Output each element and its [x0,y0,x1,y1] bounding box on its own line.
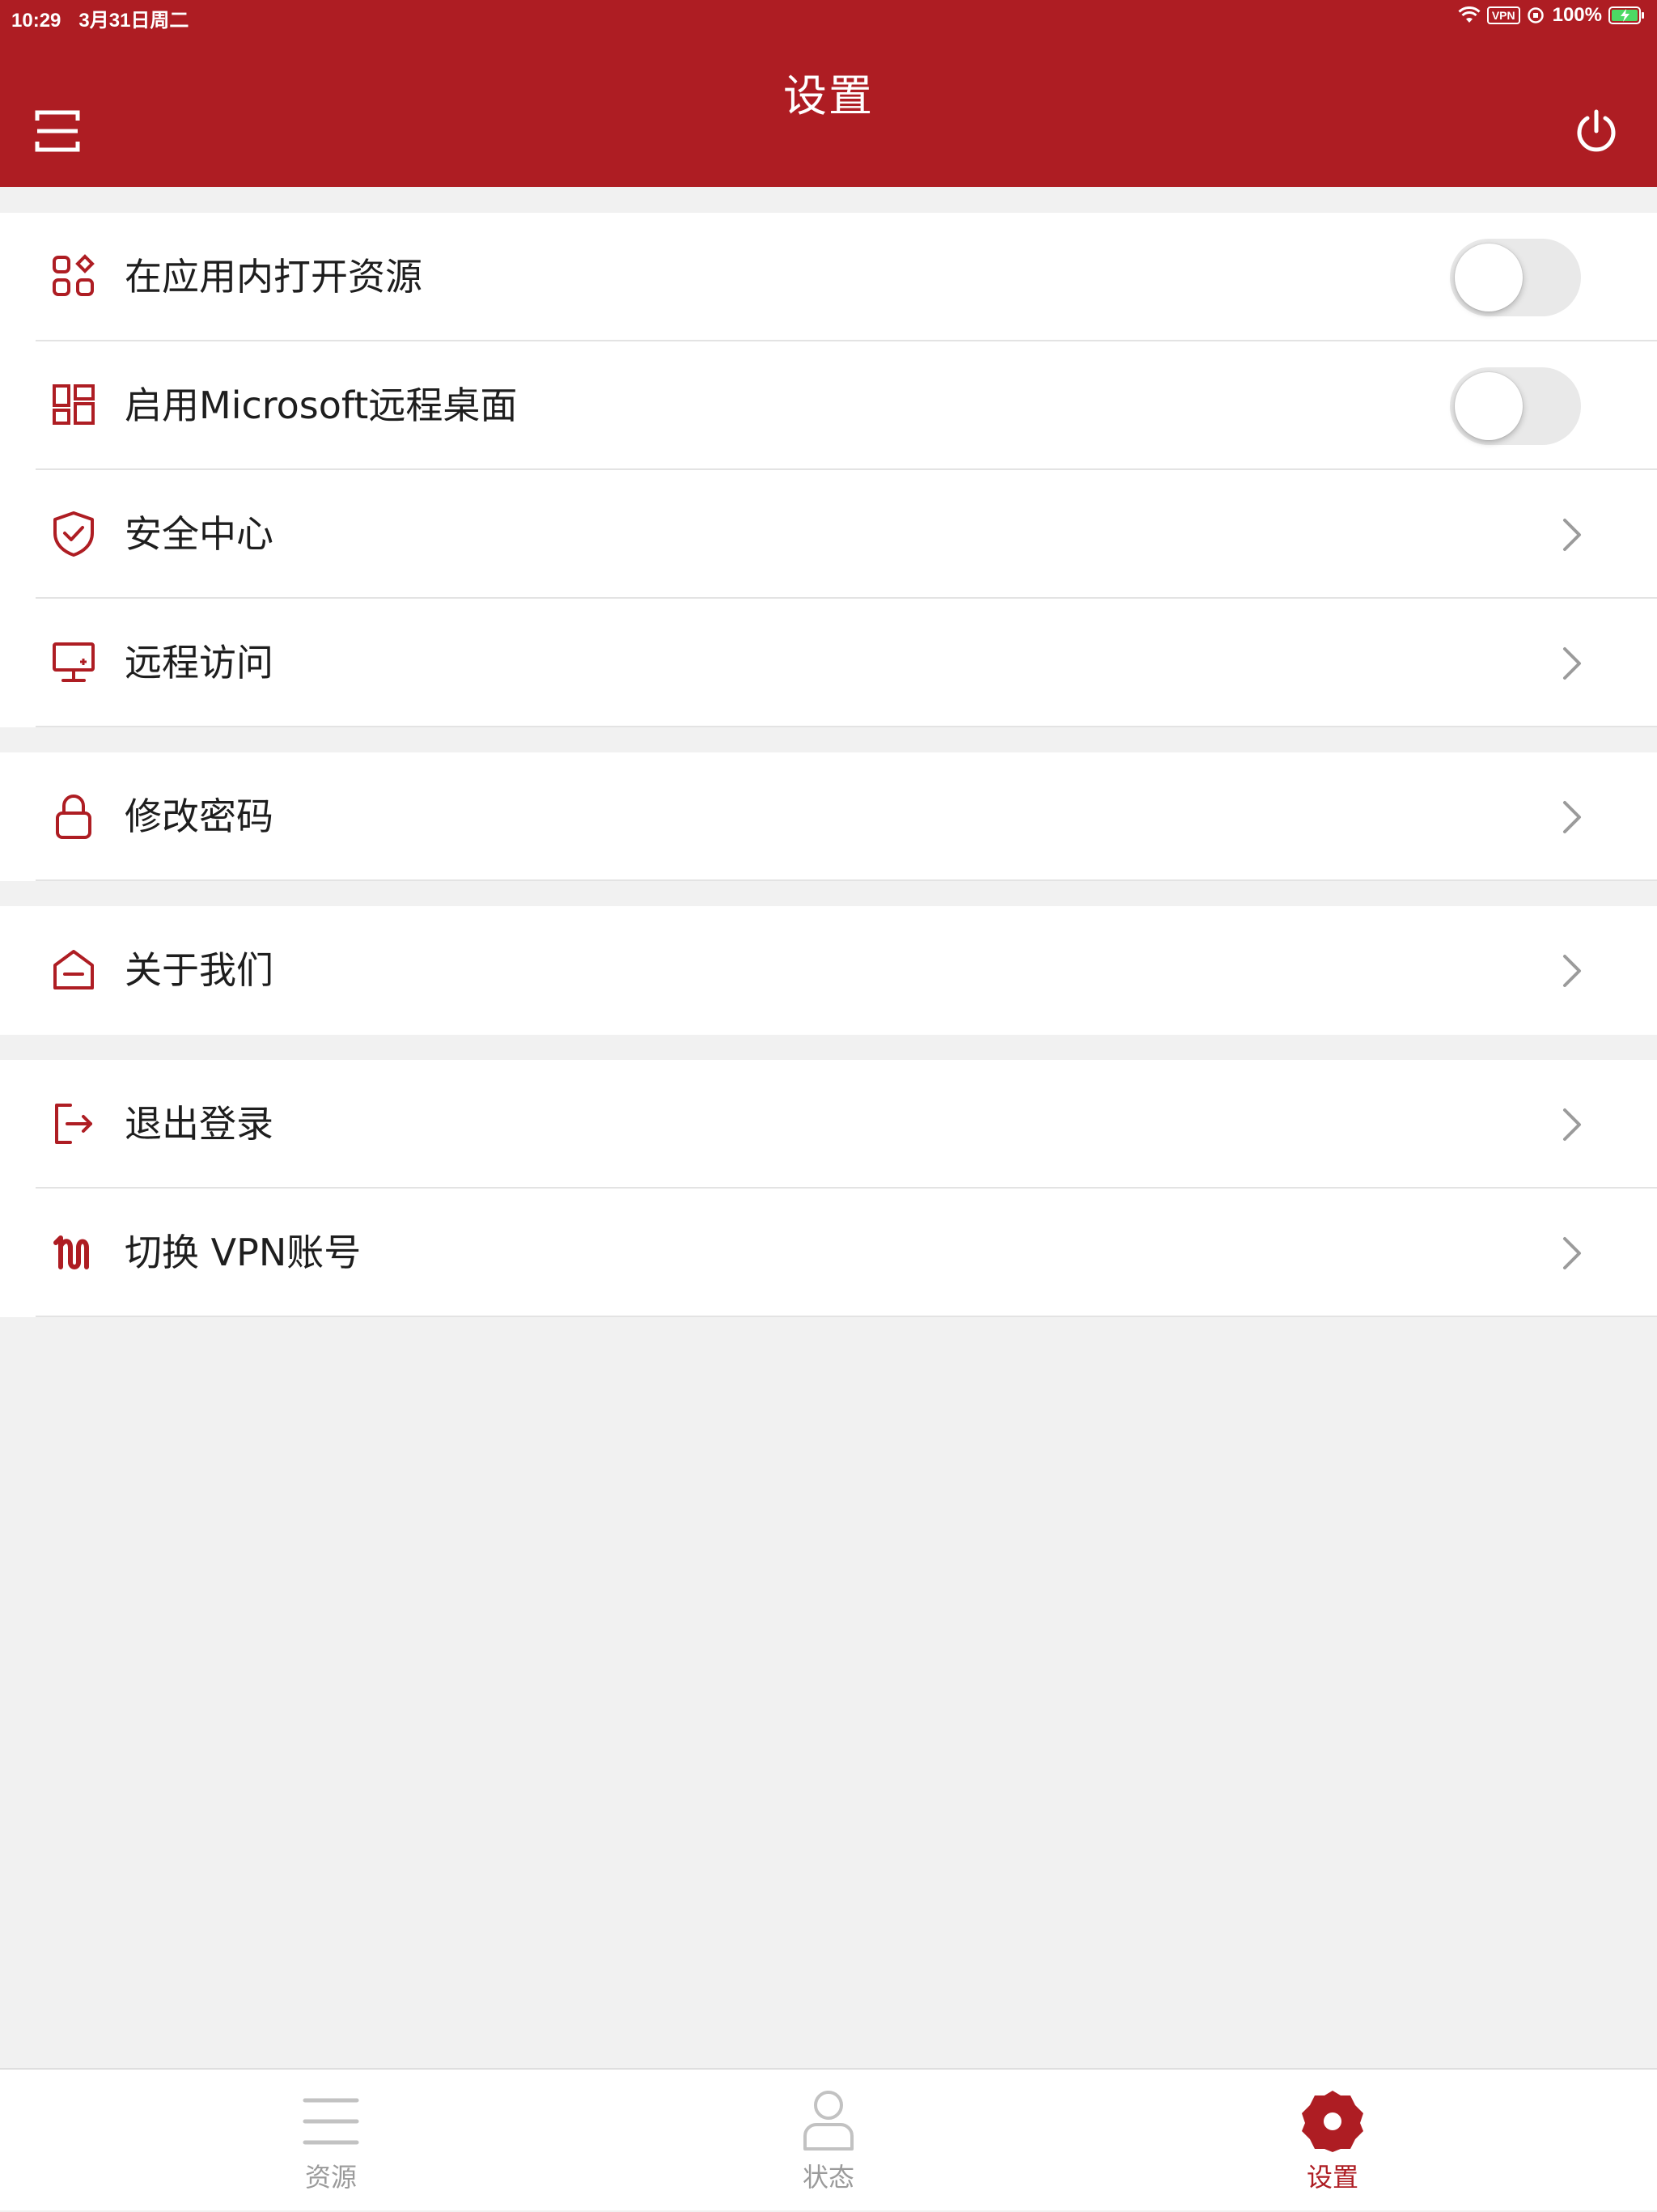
divider [36,879,1657,881]
chevron-right-icon [1563,801,1581,833]
home-icon [49,945,99,995]
battery-percent: 100% [1552,4,1602,26]
settings-gear-icon [1300,2089,1365,2154]
tab-label: 资源 [304,2162,357,2193]
windows-icon [49,380,99,430]
status-time: 10:29 [11,10,61,32]
app-header: 10:29 3月31日周二 VPN 100% 设置 [0,0,1657,187]
settings-group-password: 修改密码 [0,752,1657,881]
setting-label: 关于我们 [125,948,273,992]
power-icon [1577,109,1616,152]
setting-label: 退出登录 [125,1102,273,1146]
nav-bar: 设置 [0,32,1657,187]
status-date: 3月31日周二 [78,10,189,32]
grid-apps-icon [49,252,99,302]
chevron-right-icon [1563,647,1581,680]
setting-security-center[interactable]: 安全中心 [0,470,1657,599]
setting-logout[interactable]: 退出登录 [0,1060,1657,1189]
chevron-right-icon [1563,1108,1581,1141]
divider [36,1316,1657,1317]
settings-group-account: 退出登录 切换 VPN账号 [0,1060,1657,1317]
setting-about-us[interactable]: 关于我们 [0,906,1657,1035]
tab-status[interactable]: 状态 [748,2070,909,2212]
wifi-icon [1458,6,1481,23]
tab-label: 状态 [802,2162,854,2193]
tab-resources[interactable]: 资源 [250,2070,412,2212]
chevron-right-icon [1563,519,1581,551]
setting-label: 安全中心 [125,512,273,556]
toggle-knob [1455,244,1523,311]
settings-group-general: 在应用内打开资源 启用Microsoft远程桌面 安全中心 远程访问 [0,213,1657,727]
tab-bar: 资源 状态 设置 [0,2068,1657,2210]
setting-ms-remote-desktop: 启用Microsoft远程桌面 [0,341,1657,470]
switch-account-icon [49,1227,99,1278]
toggle-knob [1455,372,1523,440]
open-in-app-toggle[interactable] [1450,239,1581,316]
shield-check-icon [49,509,99,559]
orientation-lock-icon [1527,7,1544,23]
setting-open-in-app: 在应用内打开资源 [0,213,1657,341]
power-button[interactable] [1568,103,1625,159]
setting-label: 启用Microsoft远程桌面 [125,383,518,427]
tab-settings[interactable]: 设置 [1252,2070,1413,2212]
ms-remote-desktop-toggle[interactable] [1450,367,1581,445]
setting-switch-vpn-account[interactable]: 切换 VPN账号 [0,1189,1657,1317]
chevron-right-icon [1563,955,1581,987]
setting-label: 切换 VPN账号 [125,1231,362,1274]
logout-icon [49,1099,99,1149]
settings-group-about: 关于我们 [0,906,1657,1035]
vpn-badge: VPN [1486,6,1520,24]
page-title: 设置 [783,70,874,121]
setting-label: 在应用内打开资源 [125,255,422,299]
setting-change-password[interactable]: 修改密码 [0,752,1657,881]
lock-icon [49,791,99,841]
list-icon [299,2089,363,2154]
status-bar: 10:29 3月31日周二 VPN 100% [0,0,1657,32]
setting-label: 修改密码 [125,795,273,838]
battery-charging-icon [1608,6,1644,24]
tab-label: 设置 [1306,2162,1358,2193]
monitor-icon [49,638,99,688]
chevron-right-icon [1563,1237,1581,1269]
setting-remote-access[interactable]: 远程访问 [0,599,1657,727]
user-icon [796,2089,861,2154]
divider [36,726,1657,727]
setting-label: 远程访问 [125,641,273,684]
